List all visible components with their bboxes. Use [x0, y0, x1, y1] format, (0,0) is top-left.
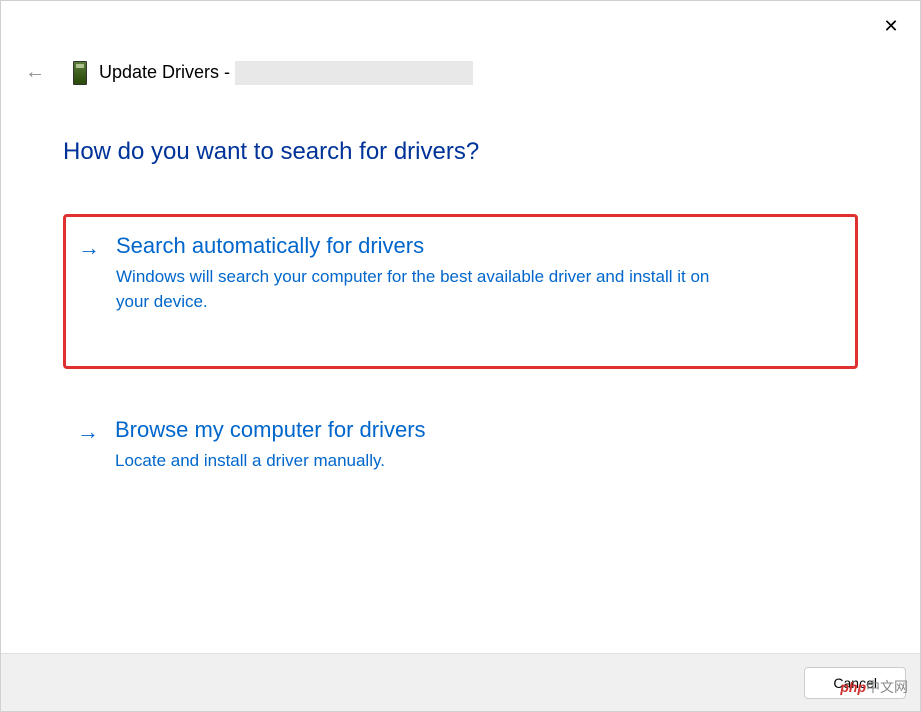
- window-title: Update Drivers -: [99, 61, 473, 85]
- footer: Cancel: [1, 653, 920, 711]
- option-description: Windows will search your computer for th…: [116, 265, 736, 314]
- close-button[interactable]: ✕: [876, 11, 906, 41]
- cancel-button[interactable]: Cancel: [804, 667, 906, 699]
- back-arrow-icon[interactable]: ←: [19, 57, 51, 88]
- option-search-automatically[interactable]: → Search automatically for drivers Windo…: [63, 214, 858, 369]
- device-icon: [73, 61, 87, 85]
- page-heading: How do you want to search for drivers?: [63, 138, 858, 166]
- device-name-redacted: [235, 61, 473, 85]
- option-description: Locate and install a driver manually.: [115, 449, 735, 474]
- close-icon: ✕: [883, 16, 898, 37]
- arrow-right-icon: →: [77, 419, 99, 445]
- option-title: Search automatically for drivers: [116, 233, 843, 259]
- option-browse-computer[interactable]: → Browse my computer for drivers Locate …: [63, 399, 858, 492]
- header: ← Update Drivers -: [1, 1, 920, 88]
- content-area: How do you want to search for drivers? →…: [1, 88, 920, 492]
- title-prefix: Update Drivers -: [99, 61, 230, 81]
- option-title: Browse my computer for drivers: [115, 417, 844, 443]
- arrow-right-icon: →: [78, 235, 100, 261]
